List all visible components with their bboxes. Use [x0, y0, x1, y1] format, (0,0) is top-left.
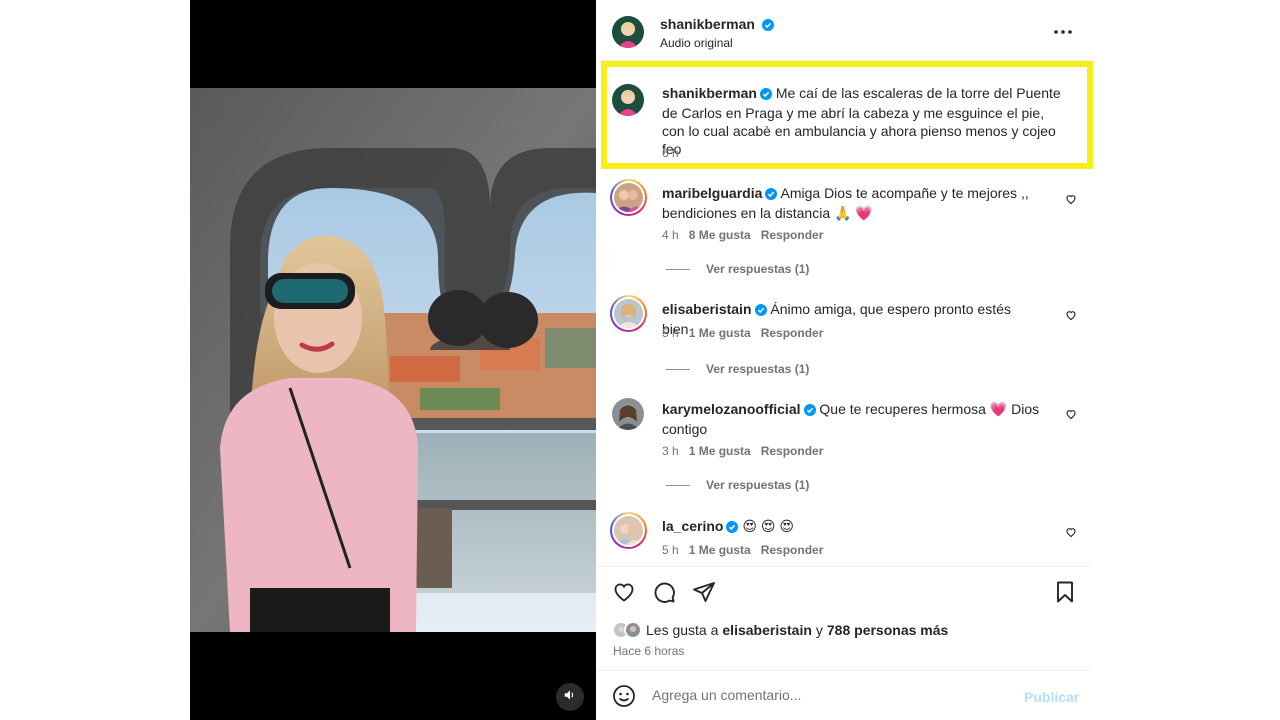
view-replies-label[interactable]: Ver respuestas (1)	[706, 262, 809, 276]
comment-meta: 5 h 1 Me gusta Responder	[662, 543, 823, 557]
comment-icon	[652, 582, 676, 608]
comment-username[interactable]: karymelozanoofficial	[662, 401, 801, 417]
comment-button[interactable]	[652, 580, 676, 609]
likes-connector: y	[815, 622, 823, 638]
likes-others[interactable]: 788 personas más	[827, 622, 948, 638]
comment-likes[interactable]: 1 Me gusta	[689, 326, 751, 340]
verified-badge-icon	[765, 186, 778, 204]
comment-body: la_cerino 😍 😍 😍	[662, 517, 1032, 537]
comment-likes[interactable]: 1 Me gusta	[689, 444, 751, 458]
heart-icon	[1065, 407, 1077, 424]
liker-avatar[interactable]	[624, 621, 642, 639]
view-replies-button[interactable]: Ver respuestas (1)	[666, 478, 809, 492]
comment-avatar[interactable]	[612, 398, 644, 430]
emoji-button[interactable]	[612, 684, 636, 713]
comment-like-button[interactable]	[1065, 407, 1077, 425]
reply-button[interactable]: Responder	[761, 543, 824, 557]
post-time[interactable]: Hace 6 horas	[613, 644, 684, 658]
view-replies-label[interactable]: Ver respuestas (1)	[706, 478, 809, 492]
author-avatar[interactable]	[612, 16, 644, 48]
heart-icon	[1065, 525, 1077, 542]
emoji-icon	[612, 685, 636, 712]
heart-icon	[1065, 192, 1077, 209]
send-icon	[692, 582, 716, 608]
bookmark-icon	[1053, 581, 1077, 608]
view-replies-button[interactable]: Ver respuestas (1)	[666, 362, 809, 376]
actions-divider	[596, 566, 1090, 567]
caption-highlight-box	[601, 61, 1093, 169]
comment-like-button[interactable]	[1065, 525, 1077, 543]
comment-avatar[interactable]	[610, 512, 647, 549]
comment-meta: 3 h 1 Me gusta Responder	[662, 444, 823, 458]
post-media[interactable]	[190, 0, 596, 720]
comment-meta: 5 h 1 Me gusta Responder	[662, 326, 823, 340]
comment-time[interactable]: 3 h	[662, 444, 679, 458]
comment-body: maribelguardia Amiga Dios te acompañe y …	[662, 184, 1032, 222]
comment-time[interactable]: 4 h	[662, 228, 679, 242]
comment-time[interactable]: 5 h	[662, 543, 679, 557]
save-button[interactable]	[1053, 580, 1077, 609]
comment-input[interactable]	[652, 687, 992, 703]
verified-badge-icon	[762, 18, 775, 36]
comment-time[interactable]: 5 h	[662, 326, 679, 340]
volume-icon	[563, 688, 577, 707]
reply-button[interactable]: Responder	[761, 444, 824, 458]
like-button[interactable]	[612, 580, 636, 609]
publish-button[interactable]: Publicar	[1024, 689, 1079, 705]
comment-like-button[interactable]	[1065, 308, 1077, 326]
composer-divider	[596, 670, 1090, 671]
verified-badge-icon	[726, 519, 739, 537]
instagram-post-view: shanikberman Audio original shanikberman…	[0, 0, 1280, 720]
comment-like-button[interactable]	[1065, 192, 1077, 210]
comment-avatar[interactable]	[610, 179, 647, 216]
comment-body: karymelozanoofficial Que te recuperes he…	[662, 400, 1042, 438]
likes-prefix: Les gusta a	[646, 622, 719, 638]
comment-likes[interactable]: 1 Me gusta	[689, 543, 751, 557]
likes-user[interactable]: elisaberistain	[722, 622, 812, 638]
more-options-button[interactable]	[1054, 24, 1072, 45]
verified-badge-icon	[754, 302, 767, 320]
comment-likes[interactable]: 8 Me gusta	[689, 228, 751, 242]
post-photo	[190, 88, 596, 632]
heart-icon	[612, 583, 636, 608]
reply-button[interactable]: Responder	[761, 326, 824, 340]
author-username[interactable]: shanikberman	[660, 16, 775, 36]
verified-badge-icon	[803, 402, 816, 420]
likes-summary: Les gusta a elisaberistain y 788 persona…	[612, 621, 948, 639]
heart-icon	[1065, 308, 1077, 325]
view-replies-label[interactable]: Ver respuestas (1)	[706, 362, 809, 376]
more-horizontal-icon	[1054, 27, 1072, 44]
view-replies-button[interactable]: Ver respuestas (1)	[666, 262, 809, 276]
share-button[interactable]	[692, 580, 716, 609]
author-username-text[interactable]: shanikberman	[660, 16, 755, 32]
comment-text: 😍 😍 😍	[742, 518, 794, 534]
comment-meta: 4 h 8 Me gusta Responder	[662, 228, 823, 242]
mute-button[interactable]	[556, 683, 584, 711]
comment-username[interactable]: la_cerino	[662, 518, 723, 534]
comment-username[interactable]: maribelguardia	[662, 185, 762, 201]
comment-username[interactable]: elisaberistain	[662, 301, 752, 317]
audio-label[interactable]: Audio original	[660, 36, 733, 50]
reply-button[interactable]: Responder	[761, 228, 824, 242]
comment-avatar[interactable]	[610, 295, 647, 332]
